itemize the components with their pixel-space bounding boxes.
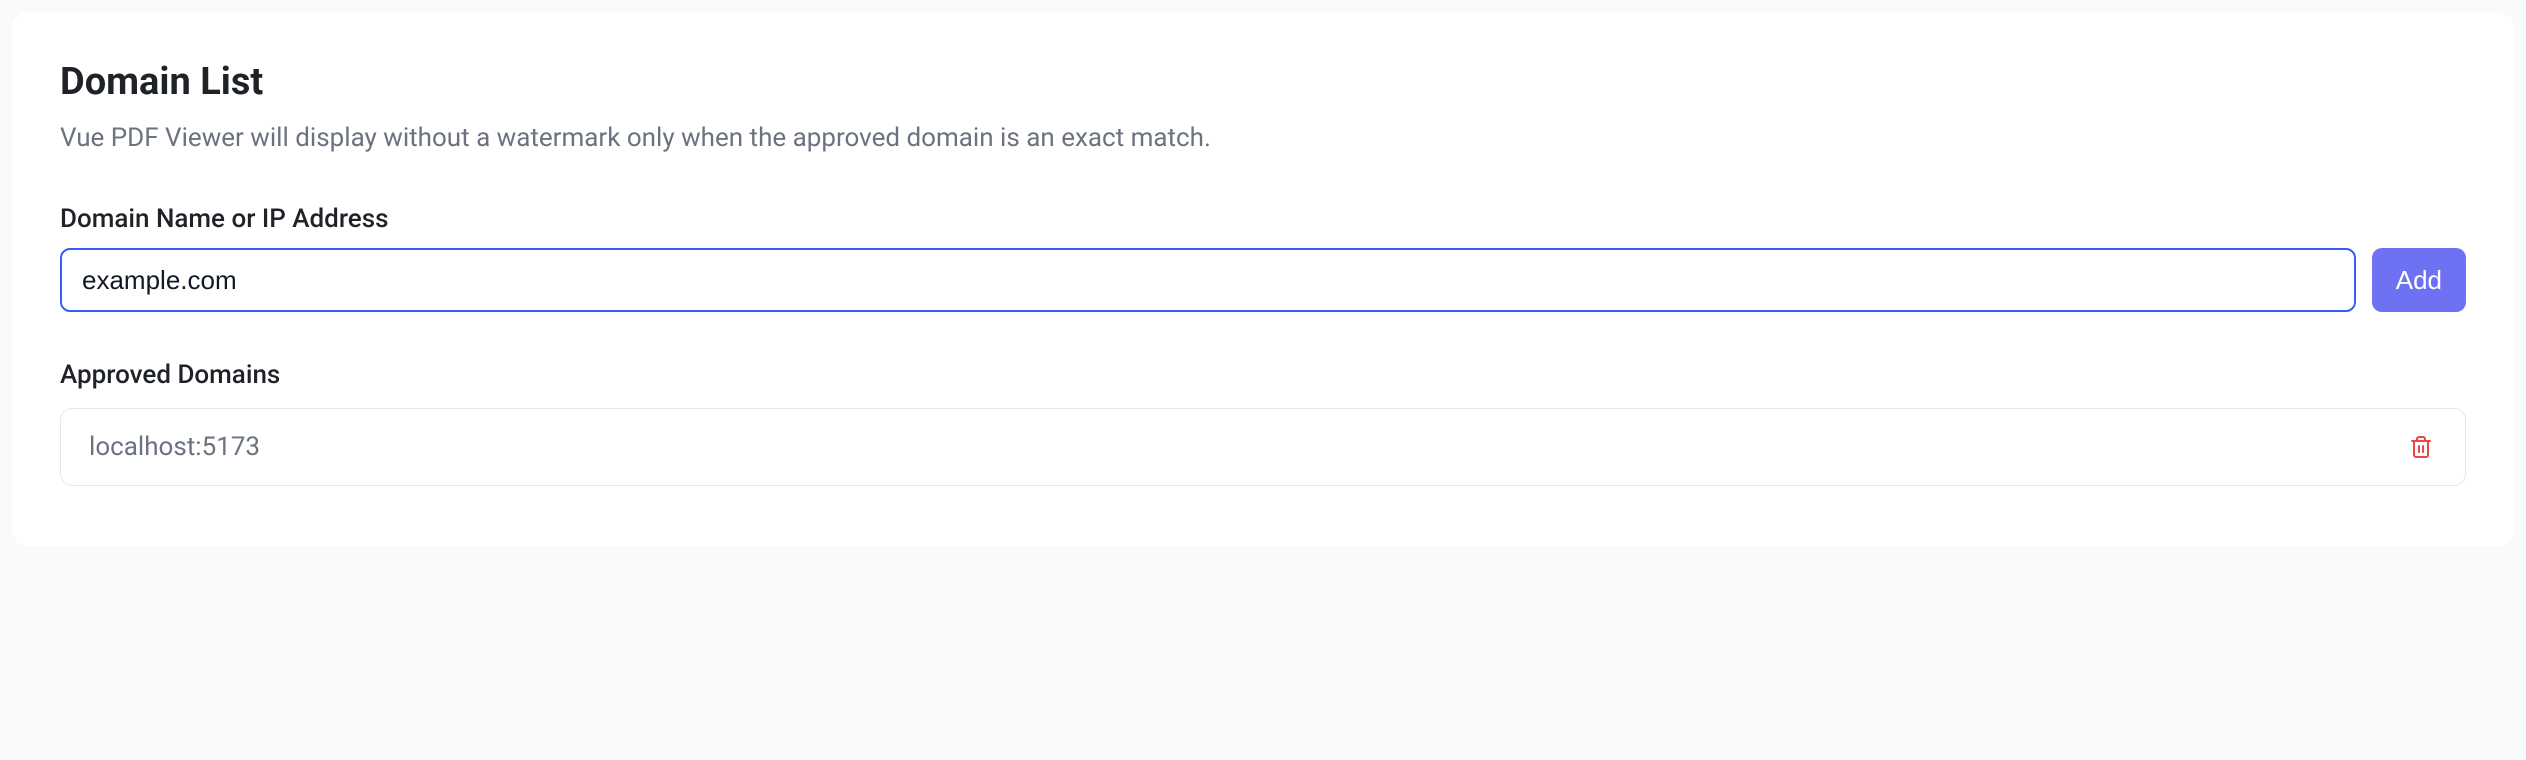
domain-text: localhost:5173 bbox=[89, 432, 260, 462]
approved-domains-list: localhost:5173 bbox=[60, 408, 2466, 486]
list-item: localhost:5173 bbox=[60, 408, 2466, 486]
trash-icon bbox=[2409, 435, 2433, 459]
domain-input[interactable] bbox=[60, 248, 2356, 312]
domain-input-row: Add bbox=[60, 248, 2466, 312]
page-subtitle: Vue PDF Viewer will display without a wa… bbox=[60, 120, 2466, 156]
approved-domains-label: Approved Domains bbox=[60, 360, 2466, 390]
page-title: Domain List bbox=[60, 60, 2466, 104]
delete-button[interactable] bbox=[2405, 431, 2437, 463]
domain-list-card: Domain List Vue PDF Viewer will display … bbox=[12, 12, 2514, 546]
domain-input-label: Domain Name or IP Address bbox=[60, 204, 2466, 234]
add-button[interactable]: Add bbox=[2372, 248, 2466, 312]
